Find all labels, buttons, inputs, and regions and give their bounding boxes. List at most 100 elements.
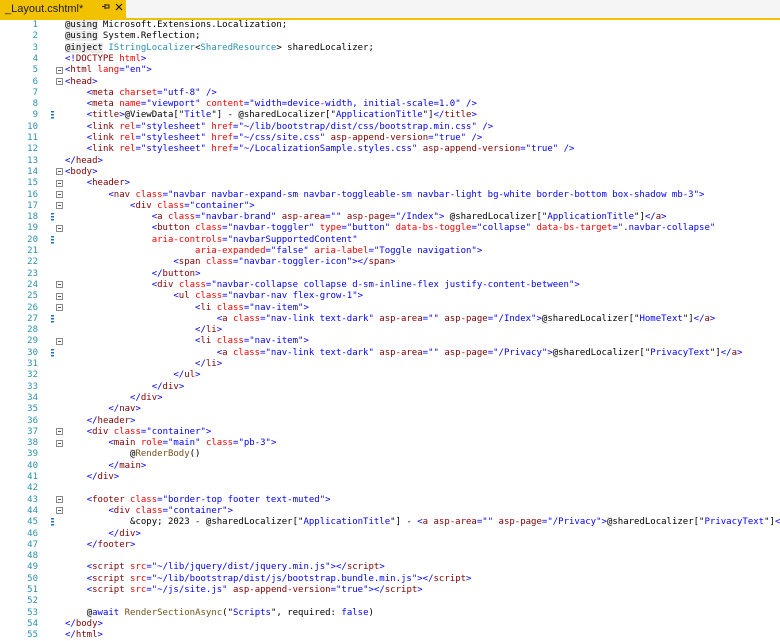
collapse-icon[interactable] bbox=[56, 304, 63, 311]
code-line[interactable]: 54 </body> bbox=[0, 619, 780, 630]
collapse-icon[interactable] bbox=[56, 439, 63, 447]
code-line[interactable]: 23 </button> bbox=[0, 269, 780, 280]
code-line[interactable]: 17 <div class="container"> bbox=[0, 201, 780, 212]
close-icon[interactable] bbox=[112, 0, 126, 18]
code-line[interactable]: 51 <script src="~/js/site.js" asp-append… bbox=[0, 585, 780, 596]
collapse-icon[interactable] bbox=[56, 78, 63, 85]
code-line[interactable]: 25 <ul class="navbar-nav flex-grow-1"> bbox=[0, 291, 780, 302]
code-token: "width=device-width, initial-scale=1.0" bbox=[249, 99, 461, 110]
code-line[interactable]: 2 @using System.Reflection; bbox=[0, 31, 780, 42]
code-line[interactable]: 22 <span class="navbar-toggler-icon"></s… bbox=[0, 257, 780, 268]
code-line[interactable]: 8 <meta name="viewport" content="width=d… bbox=[0, 99, 780, 110]
code-token: "navbar-brand" bbox=[200, 212, 277, 223]
code-line[interactable]: 7 <meta charset="utf-8" /> bbox=[0, 88, 780, 99]
code-editor[interactable]: 1 @using Microsoft.Extensions.Localizatio… bbox=[0, 20, 780, 641]
code-line[interactable]: 11 <link rel="stylesheet" href="~/css/si… bbox=[0, 133, 780, 144]
code-line[interactable]: 27 <a class="nav-link text-dark" asp-are… bbox=[0, 313, 780, 325]
collapse-icon[interactable] bbox=[56, 66, 63, 74]
code-line[interactable]: 41 </div> bbox=[0, 472, 780, 483]
code-line[interactable]: 30 <a class="nav-link text-dark" asp-are… bbox=[0, 347, 780, 359]
collapse-icon[interactable] bbox=[56, 337, 63, 345]
collapse-icon[interactable] bbox=[56, 292, 63, 300]
code-line[interactable]: 16 <nav class="navbar navbar-expand-sm n… bbox=[0, 190, 780, 201]
code-line[interactable]: 43 <footer class="border-top footer text… bbox=[0, 495, 780, 506]
code-line[interactable]: 47 </footer> bbox=[0, 540, 780, 551]
code-token: script bbox=[92, 573, 125, 584]
code-line[interactable]: 31 </li> bbox=[0, 359, 780, 370]
code-token: "] bbox=[422, 110, 434, 121]
code-token: > bbox=[466, 573, 472, 584]
code-line[interactable]: 4 <!DOCTYPE html> bbox=[0, 54, 780, 65]
code-token: asp-area bbox=[433, 517, 477, 528]
code-line[interactable]: 20 aria-controls="navbarSupportedContent… bbox=[0, 235, 780, 246]
pin-icon[interactable] bbox=[98, 0, 112, 18]
code-token: "navbar-nav flex-grow-1" bbox=[227, 291, 358, 302]
code-token: > bbox=[471, 110, 477, 121]
code-line[interactable]: 9 <title>@ViewData["Title"] - @sharedLoc… bbox=[0, 110, 780, 121]
line-number: 19 bbox=[27, 223, 38, 234]
code-text: <meta name="viewport" content="width=dev… bbox=[65, 99, 477, 110]
code-line[interactable]: 55 </html> bbox=[0, 630, 780, 641]
code-line[interactable]: 40 </main> bbox=[0, 461, 780, 472]
code-line[interactable]: 39 @RenderBody() bbox=[0, 449, 780, 460]
collapse-icon[interactable] bbox=[56, 281, 63, 289]
code-line[interactable]: 34 </div> bbox=[0, 393, 780, 404]
collapse-icon[interactable] bbox=[56, 179, 63, 187]
code-line[interactable]: 33 </div> bbox=[0, 382, 780, 393]
collapse-icon[interactable] bbox=[56, 507, 63, 515]
code-line[interactable]: 3 @inject IStringLocalizer<SharedResource… bbox=[0, 42, 780, 54]
code-line[interactable]: 29 <li class="nav-item"> bbox=[0, 336, 780, 347]
code-token: "/Index" bbox=[493, 313, 537, 324]
line-number: 30 bbox=[27, 347, 38, 358]
line-number: 49 bbox=[27, 562, 38, 573]
code-line[interactable]: 5 <html lang="en"> bbox=[0, 65, 780, 76]
document-tab[interactable]: _Layout.cshtml* bbox=[0, 0, 126, 18]
code-token: > bbox=[216, 325, 223, 336]
code-line[interactable]: 44 <div class="container"> bbox=[0, 506, 780, 517]
code-line[interactable]: 28 </li> bbox=[0, 325, 780, 336]
collapse-icon[interactable] bbox=[56, 496, 63, 504]
code-line[interactable]: 48 bbox=[0, 551, 780, 562]
code-token: asp-area bbox=[379, 347, 423, 358]
collapse-icon[interactable] bbox=[56, 202, 63, 210]
code-line[interactable]: 32 </ul> bbox=[0, 370, 780, 381]
line-number: 17 bbox=[27, 200, 38, 211]
code-token: > bbox=[417, 585, 423, 595]
code-line[interactable]: 18 <a class="navbar-brand" asp-area="" a… bbox=[0, 212, 780, 223]
code-line[interactable]: 24 <div class="navbar-collapse collapse … bbox=[0, 280, 780, 291]
code-line[interactable]: 38 <main role="main" class="pb-3"> bbox=[0, 438, 780, 449]
code-line[interactable]: 45 &copy; 2023 - @sharedLocalizer["Appli… bbox=[0, 517, 780, 528]
code-line[interactable]: 42 bbox=[0, 483, 780, 494]
code-line[interactable]: 49 <script src="~/lib/jquery/dist/jquery… bbox=[0, 562, 780, 573]
code-line[interactable]: 26 <li class="nav-item"> bbox=[0, 303, 780, 314]
code-text: <header> bbox=[65, 178, 130, 189]
code-line[interactable]: 35 </nav> bbox=[0, 404, 780, 415]
code-line[interactable]: 46 </div> bbox=[0, 529, 780, 540]
line-number: 37 bbox=[27, 426, 38, 437]
code-token: div bbox=[162, 381, 179, 392]
collapse-icon[interactable] bbox=[56, 191, 63, 198]
code-line[interactable]: 36 </header> bbox=[0, 416, 780, 427]
collapse-icon[interactable] bbox=[56, 428, 63, 436]
code-line[interactable]: 1 @using Microsoft.Extensions.Localizatio… bbox=[0, 20, 780, 31]
code-line[interactable]: 6 <head> bbox=[0, 77, 780, 88]
code-token: IStringLocalizer bbox=[108, 42, 196, 53]
code-line[interactable]: 10 <link rel="stylesheet" href="~/lib/bo… bbox=[0, 122, 780, 133]
code-line[interactable]: 53 @await RenderSectionAsync("Scripts", … bbox=[0, 607, 780, 619]
code-line[interactable]: 15 <header> bbox=[0, 178, 780, 189]
code-line[interactable]: 19 <button class="navbar-toggler" type="… bbox=[0, 223, 780, 234]
code-line[interactable]: 21 aria-expanded="false" aria-label="Tog… bbox=[0, 246, 780, 257]
code-token: > bbox=[205, 426, 212, 437]
code-token: "main" bbox=[168, 438, 201, 449]
code-line[interactable]: 52 bbox=[0, 596, 780, 607]
code-line[interactable]: 14 <body> bbox=[0, 167, 780, 178]
collapse-icon[interactable] bbox=[56, 168, 63, 176]
code-line[interactable]: 50 <script src="~/lib/bootstrap/dist/js/… bbox=[0, 574, 780, 585]
code-line[interactable]: 13 </head> bbox=[0, 156, 780, 167]
collapse-icon[interactable] bbox=[56, 224, 63, 232]
code-token: ></ bbox=[330, 562, 347, 573]
code-line[interactable]: 12 <link rel="stylesheet" href="~/Locali… bbox=[0, 144, 780, 155]
code-token: > bbox=[130, 539, 136, 550]
code-line[interactable]: 37 <div class="container"> bbox=[0, 427, 780, 438]
